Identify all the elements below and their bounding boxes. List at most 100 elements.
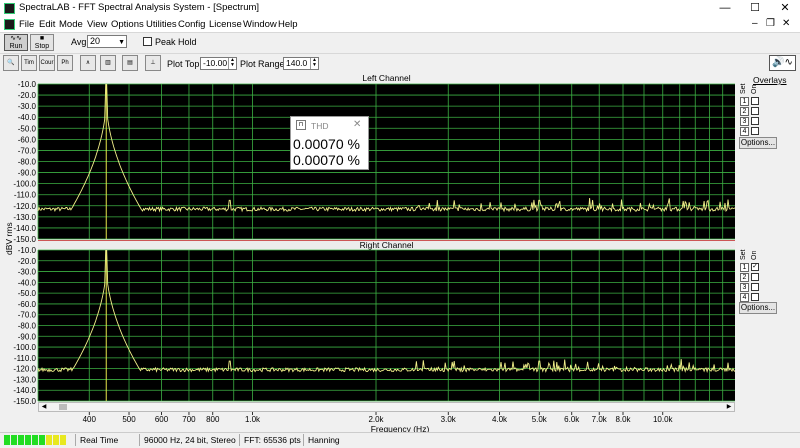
- y-tick-label: -120.0: [13, 365, 36, 374]
- y-tick-label: -110.0: [14, 354, 37, 363]
- status-fft: FFT: 65536 pts: [239, 434, 303, 446]
- overlay-on-checkbox[interactable]: [751, 127, 759, 135]
- overlay-on-checkbox[interactable]: [751, 283, 759, 291]
- overlay-row: 4: [740, 293, 770, 302]
- x-tick-label: 3.0k: [441, 415, 457, 424]
- y-tick-label: -150.0: [13, 235, 36, 244]
- status-window: Hanning: [303, 434, 363, 446]
- meter-segment: [25, 435, 31, 445]
- overlay-row: 2: [740, 107, 770, 116]
- thd-window[interactable]: ⊓ THD ✕ 0.00070 % 0.00070 %: [290, 116, 369, 170]
- x-tick-label: 6.0k: [564, 415, 580, 424]
- thd-title: THD: [311, 121, 329, 131]
- y-tick-label: -70.0: [18, 311, 37, 320]
- meter-segment: [18, 435, 24, 445]
- x-tick-label: 500: [122, 415, 136, 424]
- meter-segment: [60, 435, 66, 445]
- y-axis-label: dBV rms: [4, 222, 14, 255]
- y-tick-label: -140.0: [13, 386, 36, 395]
- overlay-on-checkbox[interactable]: [751, 293, 759, 301]
- overlay-row: 1: [740, 97, 770, 106]
- overlay-set-button[interactable]: 3: [740, 117, 749, 126]
- y-tick-label: -50.0: [18, 124, 37, 133]
- set-column-label: Set: [740, 249, 747, 260]
- y-tick-label: -60.0: [18, 135, 37, 144]
- spectrum-plots[interactable]: -10.0-20.0-30.0-40.0-50.0-60.0-70.0-80.0…: [0, 0, 800, 448]
- y-tick-label: -100.0: [13, 180, 36, 189]
- overlay-on-checkbox[interactable]: [751, 107, 759, 115]
- y-tick-label: -20.0: [18, 91, 37, 100]
- y-tick-label: -80.0: [18, 322, 37, 331]
- x-tick-label: 8.0k: [615, 415, 631, 424]
- overlay-set-button[interactable]: 4: [740, 127, 749, 136]
- overlay-set-button[interactable]: 1: [740, 263, 749, 272]
- meter-segment: [46, 435, 52, 445]
- overlay-set-button[interactable]: 4: [740, 293, 749, 302]
- overlays-title: Overlays: [753, 75, 787, 85]
- x-tick-label: 7.0k: [592, 415, 608, 424]
- y-tick-label: -110.0: [14, 191, 37, 200]
- y-tick-label: -80.0: [18, 158, 37, 167]
- y-tick-label: -140.0: [13, 224, 36, 233]
- meter-segment: [53, 435, 59, 445]
- overlay-set-button[interactable]: 2: [740, 273, 749, 282]
- y-tick-label: -50.0: [18, 289, 37, 298]
- y-tick-label: -40.0: [18, 278, 37, 287]
- y-tick-label: -30.0: [18, 268, 37, 277]
- overlay-on-checkbox[interactable]: [751, 97, 759, 105]
- x-tick-label: 1.0k: [245, 415, 261, 424]
- x-tick-label: 400: [83, 415, 97, 424]
- overlay-row: 3: [740, 117, 770, 126]
- overlay-set-button[interactable]: 2: [740, 107, 749, 116]
- left-channel-plot[interactable]: [37, 83, 736, 240]
- x-tick-label: 4.0k: [492, 415, 508, 424]
- meter-segment: [4, 435, 10, 445]
- overlay-set-button[interactable]: 3: [740, 283, 749, 292]
- scroll-thumb[interactable]: [59, 404, 67, 410]
- y-tick-label: -40.0: [18, 113, 37, 122]
- y-tick-label: -60.0: [18, 300, 37, 309]
- meter-segment: [32, 435, 38, 445]
- y-tick-label: -70.0: [18, 146, 37, 155]
- y-tick-label: -130.0: [13, 213, 36, 222]
- x-tick-label: 5.0k: [532, 415, 548, 424]
- overlay-on-checkbox[interactable]: [751, 273, 759, 281]
- x-tick-label: 700: [182, 415, 196, 424]
- y-tick-label: -100.0: [13, 343, 36, 352]
- on-column-label: On: [751, 250, 758, 260]
- thd-window-icon: ⊓: [296, 120, 306, 130]
- x-tick-label: 600: [155, 415, 169, 424]
- meter-segment: [11, 435, 17, 445]
- overlay-on-checkbox[interactable]: [751, 117, 759, 125]
- y-tick-label: -10.0: [18, 246, 37, 255]
- thd-left-value: 0.00070 %: [293, 136, 360, 152]
- right-options-button[interactable]: Options...: [739, 302, 777, 314]
- y-tick-label: -150.0: [13, 397, 36, 406]
- close-icon[interactable]: ✕: [353, 119, 361, 130]
- status-format: 96000 Hz, 24 bit, Stereo: [139, 434, 239, 446]
- overlay-row: 2: [740, 273, 770, 282]
- on-column-label: On: [751, 84, 758, 94]
- y-tick-label: -10.0: [18, 80, 37, 89]
- right-channel-plot[interactable]: [37, 249, 736, 402]
- y-tick-label: -90.0: [18, 332, 37, 341]
- frequency-scrollbar[interactable]: ◀ ▶: [38, 402, 735, 412]
- overlay-on-checkbox[interactable]: ✓: [751, 263, 759, 271]
- x-tick-labels: 400 500 600 700 800 1.0k 2.0k 3.0k 4.0k 5.0k 6.0k 7…: [83, 412, 674, 424]
- y-tick-label: -120.0: [13, 202, 36, 211]
- thd-title-bar[interactable]: ⊓ THD ✕: [291, 117, 368, 134]
- x-tick-label: 800: [206, 415, 220, 424]
- overlay-row: 3: [740, 283, 770, 292]
- overlay-set-button[interactable]: 1: [740, 97, 749, 106]
- x-tick-label: 10.0k: [653, 415, 674, 424]
- y-tick-label: -20.0: [18, 257, 37, 266]
- set-column-label: Set: [740, 83, 747, 94]
- y-tick-label: -90.0: [18, 169, 37, 178]
- scroll-right-icon[interactable]: ▶: [724, 403, 734, 411]
- scroll-left-icon[interactable]: ◀: [39, 403, 49, 411]
- overlay-row: 4: [740, 127, 770, 136]
- x-tick-label: 2.0k: [368, 415, 384, 424]
- meter-segment: [39, 435, 45, 445]
- left-options-button[interactable]: Options...: [739, 137, 777, 149]
- status-mode: Real Time: [75, 434, 139, 446]
